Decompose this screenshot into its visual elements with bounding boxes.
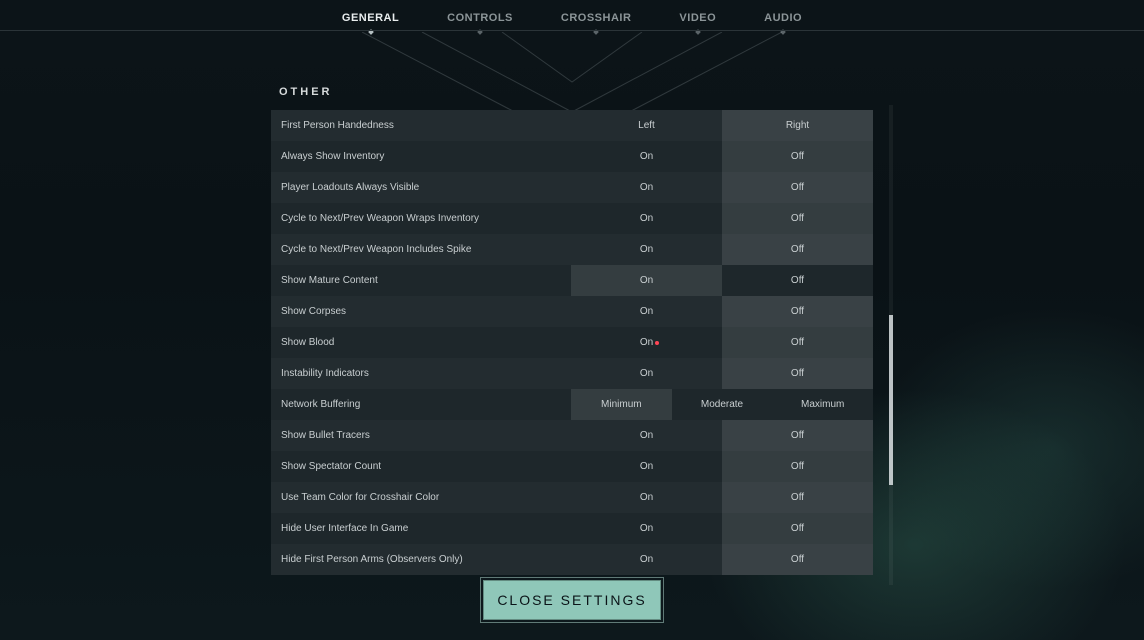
setting-label: Show Bullet Tracers <box>271 420 571 451</box>
setting-label: Cycle to Next/Prev Weapon Includes Spike <box>271 234 571 265</box>
setting-row: Hide First Person Arms (Observers Only)O… <box>271 544 873 575</box>
setting-row: Show Bullet TracersOnOff <box>271 420 873 451</box>
setting-row: Cycle to Next/Prev Weapon Wraps Inventor… <box>271 203 873 234</box>
setting-label: Cycle to Next/Prev Weapon Wraps Inventor… <box>271 203 571 234</box>
tab-audio[interactable]: AUDIO <box>764 12 802 30</box>
tab-controls[interactable]: CONTROLS <box>447 12 513 30</box>
scrollbar-thumb[interactable] <box>889 315 893 485</box>
option-on[interactable]: On <box>571 544 722 575</box>
option-off[interactable]: Off <box>722 420 873 451</box>
setting-row: Player Loadouts Always VisibleOnOff <box>271 172 873 203</box>
setting-label: Hide First Person Arms (Observers Only) <box>271 544 571 575</box>
option-off[interactable]: Off <box>722 234 873 265</box>
setting-row: Instability IndicatorsOnOff <box>271 358 873 389</box>
option-on[interactable]: On <box>571 172 722 203</box>
settings-panel: OTHER First Person HandednessLeftRightAl… <box>271 70 873 575</box>
option-right[interactable]: Right <box>722 110 873 141</box>
setting-row: Show Spectator CountOnOff <box>271 451 873 482</box>
setting-label: Show Blood <box>271 327 571 358</box>
option-off[interactable]: Off <box>722 141 873 172</box>
setting-row: Cycle to Next/Prev Weapon Includes Spike… <box>271 234 873 265</box>
option-minimum[interactable]: Minimum <box>571 389 672 420</box>
option-off[interactable]: Off <box>722 296 873 327</box>
tab-crosshair[interactable]: CROSSHAIR <box>561 12 632 30</box>
setting-row: Show BloodOnOff <box>271 327 873 358</box>
option-off[interactable]: Off <box>722 327 873 358</box>
option-on[interactable]: On <box>571 358 722 389</box>
option-off[interactable]: Off <box>722 451 873 482</box>
option-on[interactable]: On <box>571 513 722 544</box>
setting-row: Use Team Color for Crosshair ColorOnOff <box>271 482 873 513</box>
tab-video[interactable]: VIDEO <box>679 12 716 30</box>
option-on[interactable]: On <box>571 141 722 172</box>
close-settings-button[interactable]: CLOSE SETTINGS <box>483 580 661 620</box>
setting-label: Network Buffering <box>271 389 571 420</box>
setting-label: Show Corpses <box>271 296 571 327</box>
setting-row: Always Show InventoryOnOff <box>271 141 873 172</box>
setting-label: Always Show Inventory <box>271 141 571 172</box>
setting-label: First Person Handedness <box>271 110 571 141</box>
option-off[interactable]: Off <box>722 482 873 513</box>
option-on[interactable]: On <box>571 451 722 482</box>
option-on[interactable]: On <box>571 234 722 265</box>
option-off[interactable]: Off <box>722 358 873 389</box>
setting-label: Use Team Color for Crosshair Color <box>271 482 571 513</box>
setting-label: Show Spectator Count <box>271 451 571 482</box>
option-off[interactable]: Off <box>722 513 873 544</box>
option-on[interactable]: On <box>571 203 722 234</box>
setting-label: Show Mature Content <box>271 265 571 296</box>
option-off[interactable]: Off <box>722 265 873 296</box>
setting-label: Hide User Interface In Game <box>271 513 571 544</box>
option-on[interactable]: On <box>571 327 722 358</box>
setting-row: First Person HandednessLeftRight <box>271 110 873 141</box>
option-maximum[interactable]: Maximum <box>772 389 873 420</box>
tab-general[interactable]: GENERAL <box>342 12 399 30</box>
option-on[interactable]: On <box>571 420 722 451</box>
option-on[interactable]: On <box>571 265 722 296</box>
option-on[interactable]: On <box>571 482 722 513</box>
setting-row: Hide User Interface In GameOnOff <box>271 513 873 544</box>
setting-row: Show Mature ContentOnOff <box>271 265 873 296</box>
setting-row: Network BufferingMinimumModerateMaximum <box>271 389 873 420</box>
section-title: OTHER <box>271 70 873 110</box>
option-on[interactable]: On <box>571 296 722 327</box>
option-off[interactable]: Off <box>722 203 873 234</box>
option-left[interactable]: Left <box>571 110 722 141</box>
setting-label: Player Loadouts Always Visible <box>271 172 571 203</box>
option-off[interactable]: Off <box>722 172 873 203</box>
option-off[interactable]: Off <box>722 544 873 575</box>
setting-row: Show CorpsesOnOff <box>271 296 873 327</box>
setting-label: Instability Indicators <box>271 358 571 389</box>
option-moderate[interactable]: Moderate <box>672 389 773 420</box>
